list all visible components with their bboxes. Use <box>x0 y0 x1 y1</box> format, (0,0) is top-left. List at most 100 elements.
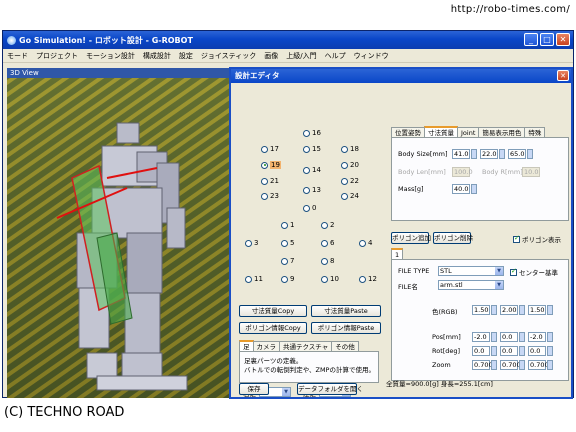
stepper-icon[interactable] <box>471 149 477 159</box>
minimize-button[interactable]: _ <box>524 33 538 46</box>
close-button[interactable]: ✕ <box>556 33 570 46</box>
part-radio-1[interactable]: 1 <box>281 221 294 229</box>
chevron-down-icon: ▼ <box>282 388 290 396</box>
part-radio-11[interactable]: 11 <box>245 275 263 283</box>
polygon-display-checkbox[interactable]: ポリゴン表示 <box>513 234 561 244</box>
stepper-icon[interactable] <box>547 332 553 342</box>
part-radio-2[interactable]: 2 <box>321 221 334 229</box>
part-radio-12[interactable]: 12 <box>359 275 377 283</box>
rot-label: Rot[deg] <box>432 347 461 355</box>
open-data-folder-button[interactable]: データフォルダを開く <box>297 383 363 395</box>
stepper-icon[interactable] <box>547 346 553 356</box>
part-radio-17[interactable]: 17 <box>261 145 279 153</box>
body-size-y-field[interactable]: 22.0 <box>480 149 498 159</box>
body-size-label: Body Size[mm] <box>398 150 448 158</box>
stepper-icon[interactable] <box>519 332 525 342</box>
part-radio-3[interactable]: 3 <box>245 239 258 247</box>
pos-x-field[interactable]: -2.0 <box>472 332 490 342</box>
radio-circle-icon <box>321 221 328 229</box>
part-radio-6[interactable]: 6 <box>321 239 334 247</box>
menu-motion-design[interactable]: モーション設計 <box>86 51 135 61</box>
radio-circle-icon <box>341 177 348 185</box>
size-paste-button[interactable]: 寸法質量Paste <box>311 305 381 317</box>
part-radio-4[interactable]: 4 <box>359 239 372 247</box>
part-radio-7[interactable]: 7 <box>281 257 294 265</box>
part-radio-21[interactable]: 21 <box>261 177 279 185</box>
3d-viewport[interactable]: 3D View <box>7 68 233 398</box>
mass-field[interactable]: 40.0 <box>452 184 470 194</box>
save-button[interactable]: 保存 <box>239 383 269 395</box>
file-type-select[interactable]: STL ▼ <box>438 266 504 276</box>
size-copy-button[interactable]: 寸法質量Copy <box>239 305 307 317</box>
radio-selected-icon <box>261 161 268 169</box>
delete-polygon-button[interactable]: ポリゴン削除 <box>433 232 473 244</box>
color-g-field[interactable]: 2.00 <box>500 305 518 315</box>
stepper-icon[interactable] <box>527 149 533 159</box>
part-radio-5[interactable]: 5 <box>281 239 294 247</box>
menu-mode[interactable]: モード <box>7 51 28 61</box>
part-radio-13[interactable]: 13 <box>303 186 321 194</box>
body-size-x-field[interactable]: 41.0 <box>452 149 470 159</box>
stepper-icon[interactable] <box>519 346 525 356</box>
pos-y-field[interactable]: 0.0 <box>500 332 518 342</box>
radio-circle-icon <box>303 166 310 174</box>
part-radio-0[interactable]: 0 <box>303 204 316 212</box>
stepper-icon[interactable] <box>547 360 553 370</box>
radio-circle-icon <box>281 239 288 247</box>
menu-window[interactable]: ウィンドウ <box>354 51 389 61</box>
stepper-icon[interactable] <box>519 360 525 370</box>
radio-circle-icon <box>321 257 328 265</box>
radio-circle-icon <box>321 275 328 283</box>
part-radio-20[interactable]: 20 <box>341 161 359 169</box>
maximize-button[interactable]: □ <box>540 33 554 46</box>
stepper-icon[interactable] <box>471 184 477 194</box>
rot-x-field[interactable]: 0.0 <box>472 346 490 356</box>
polygon-copy-button[interactable]: ポリゴン情報Copy <box>239 322 307 334</box>
menu-project[interactable]: プロジェクト <box>36 51 78 61</box>
radio-circle-icon <box>303 145 310 153</box>
pos-z-field[interactable]: -2.0 <box>528 332 546 342</box>
add-polygon-button[interactable]: ポリゴン追加 <box>391 232 431 244</box>
menu-structure-design[interactable]: 構成設計 <box>143 51 171 61</box>
stepper-icon[interactable] <box>519 305 525 315</box>
part-radio-15[interactable]: 15 <box>303 145 321 153</box>
menu-settings[interactable]: 設定 <box>179 51 193 61</box>
zoom-z-field[interactable]: 0.700 <box>528 360 549 370</box>
part-radio-19[interactable]: 19 <box>261 161 281 169</box>
zoom-label: Zoom <box>432 361 451 369</box>
radio-circle-icon <box>341 161 348 169</box>
body-size-z-field[interactable]: 65.0 <box>508 149 526 159</box>
part-radio-18[interactable]: 18 <box>341 145 359 153</box>
radio-circle-icon <box>281 221 288 229</box>
stepper-icon[interactable] <box>491 305 497 315</box>
stepper-icon[interactable] <box>499 149 505 159</box>
part-radio-23[interactable]: 23 <box>261 192 279 200</box>
menu-image[interactable]: 画像 <box>264 51 278 61</box>
part-radio-9[interactable]: 9 <box>281 275 294 283</box>
body-r-label: Body R[mm] <box>482 168 523 176</box>
polygon-paste-button[interactable]: ポリゴン情報Paste <box>311 322 381 334</box>
menu-joystick[interactable]: ジョイスティック <box>201 51 256 61</box>
stepper-icon[interactable] <box>491 360 497 370</box>
color-r-field[interactable]: 1.50 <box>472 305 490 315</box>
dialog-close-button[interactable]: ✕ <box>557 70 569 81</box>
menu-level[interactable]: 上級/入門 <box>286 51 316 61</box>
center-base-checkbox[interactable]: センター基準 <box>510 267 558 277</box>
part-radio-14[interactable]: 14 <box>303 166 321 174</box>
stepper-icon[interactable] <box>491 346 497 356</box>
zoom-x-field[interactable]: 0.700 <box>472 360 493 370</box>
dialog-titlebar: 設計エディタ ✕ <box>231 69 571 83</box>
file-name-select[interactable]: arm.stl ▼ <box>438 280 504 290</box>
part-radio-16[interactable]: 16 <box>303 129 321 137</box>
part-radio-8[interactable]: 8 <box>321 257 334 265</box>
part-radio-10[interactable]: 10 <box>321 275 339 283</box>
stepper-icon[interactable] <box>547 305 553 315</box>
rot-y-field[interactable]: 0.0 <box>500 346 518 356</box>
part-radio-24[interactable]: 24 <box>341 192 359 200</box>
zoom-y-field[interactable]: 0.700 <box>500 360 521 370</box>
part-radio-22[interactable]: 22 <box>341 177 359 185</box>
menu-help[interactable]: ヘルプ <box>325 51 346 61</box>
rot-z-field[interactable]: 0.0 <box>528 346 546 356</box>
stepper-icon[interactable] <box>491 332 497 342</box>
color-b-field[interactable]: 1.50 <box>528 305 546 315</box>
